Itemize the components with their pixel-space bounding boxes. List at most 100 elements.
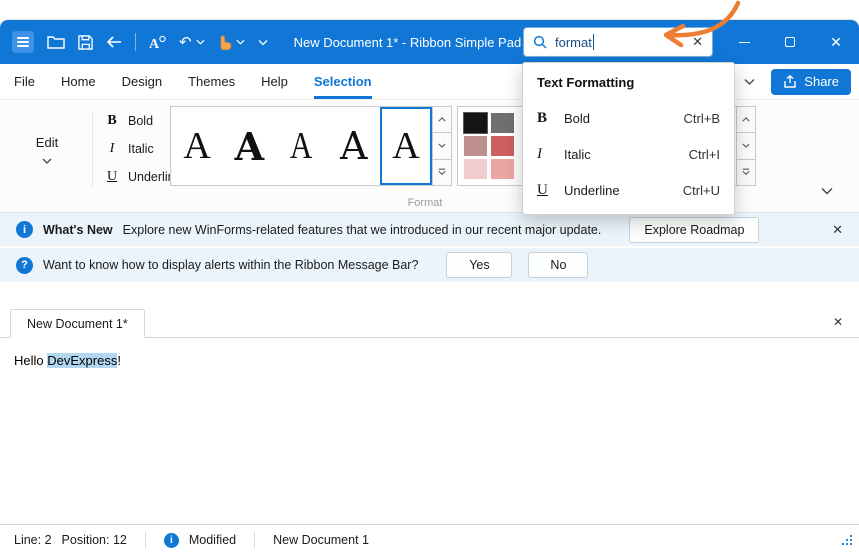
selected-text: DevExpress (47, 353, 117, 368)
tab-home[interactable]: Home (61, 64, 96, 99)
search-icon (533, 35, 547, 49)
message-bar-alerts: ? Want to know how to display alerts wit… (0, 248, 859, 282)
minimize-icon (739, 42, 750, 43)
underline-icon: U (537, 182, 555, 199)
yes-button[interactable]: Yes (446, 252, 512, 278)
tab-selection[interactable]: Selection (314, 64, 372, 99)
tab-row-right: Share (744, 64, 859, 99)
color-swatch[interactable] (491, 136, 514, 156)
message-close-icon[interactable]: ✕ (832, 222, 843, 238)
tab-file[interactable]: File (14, 64, 35, 99)
minimize-button[interactable] (721, 20, 767, 64)
close-button[interactable]: ✕ (813, 20, 859, 64)
edit-button[interactable]: Edit (10, 106, 84, 192)
font-gallery-item-selected[interactable]: A (380, 107, 432, 185)
gallery-scroll-down-button[interactable] (433, 133, 451, 159)
search-clear-icon[interactable]: ✕ (692, 34, 703, 50)
document-tab-strip: New Document 1* ✕ (0, 308, 859, 338)
hand-pointer-icon (218, 35, 232, 50)
tab-design[interactable]: Design (122, 64, 162, 99)
italic-icon: I (537, 146, 555, 163)
gallery-scroll-up-button[interactable] (433, 107, 451, 133)
alerts-question-text: Want to know how to display alerts withi… (43, 258, 418, 272)
quick-access-toolbar: A ↶ (12, 31, 268, 53)
ribbon-options-chevron-icon[interactable] (744, 78, 755, 85)
font-gallery-item[interactable]: A (171, 107, 223, 185)
color-scroll-down-button[interactable] (737, 133, 755, 159)
status-modified: Modified (189, 533, 236, 547)
tab-help[interactable]: Help (261, 64, 288, 99)
group-separator (92, 112, 93, 188)
window-controls: ✕ (721, 20, 859, 64)
search-results-flyout: Text Formatting B Bold Ctrl+B I Italic C… (522, 62, 735, 215)
open-file-icon[interactable] (47, 35, 65, 49)
font-gallery-item[interactable]: A (328, 107, 380, 185)
search-result-underline[interactable]: U Underline Ctrl+U (523, 172, 734, 208)
share-button[interactable]: Share (771, 69, 851, 95)
edit-label: Edit (36, 135, 58, 150)
color-swatch[interactable] (491, 113, 514, 133)
font-gallery-scrolls (432, 107, 451, 185)
resize-grip-icon[interactable] (840, 533, 853, 549)
qat-more-chevron-icon[interactable] (258, 39, 268, 46)
search-result-bold[interactable]: B Bold Ctrl+B (523, 100, 734, 136)
app-menu-button[interactable] (12, 31, 34, 53)
font-gallery-cells: A A A A A (171, 107, 432, 185)
result-shortcut: Ctrl+B (684, 111, 720, 126)
window-title: New Document 1* - Ribbon Simple Pad (294, 35, 522, 50)
color-swatch-selected[interactable] (464, 113, 487, 133)
collapse-ribbon-chevron-icon[interactable] (821, 182, 833, 200)
italic-label: Italic (128, 142, 154, 156)
color-swatch[interactable] (464, 159, 487, 179)
tab-themes[interactable]: Themes (188, 64, 235, 99)
text-caret (593, 34, 594, 50)
info-icon: i (164, 533, 179, 548)
search-value: format (555, 35, 592, 50)
svg-text:A: A (149, 37, 160, 50)
font-gallery: A A A A A (170, 106, 452, 186)
font-icon[interactable]: A (149, 35, 166, 50)
color-expand-button[interactable] (737, 160, 755, 185)
document-text: ! (117, 353, 121, 368)
document-tab[interactable]: New Document 1* (10, 309, 145, 338)
flyout-header: Text Formatting (523, 63, 734, 100)
close-icon: ✕ (830, 35, 842, 49)
color-swatch[interactable] (491, 159, 514, 179)
document-content[interactable]: Hello DevExpress! (0, 338, 859, 524)
bold-icon: B (105, 113, 119, 129)
search-input[interactable]: format ✕ (523, 27, 713, 57)
color-gallery-scrolls (737, 106, 756, 186)
share-label: Share (804, 74, 839, 89)
status-position: Position: 12 (62, 533, 127, 547)
info-icon: i (16, 221, 33, 238)
status-separator (254, 532, 255, 548)
highlight-dropdown-button[interactable] (218, 35, 245, 50)
font-gallery-item[interactable]: A (280, 107, 323, 185)
document-close-icon[interactable]: ✕ (833, 315, 843, 329)
undo-dropdown-button[interactable]: ↶ (179, 35, 205, 50)
toolbar-separator (135, 33, 136, 51)
no-button[interactable]: No (528, 252, 588, 278)
maximize-button[interactable] (767, 20, 813, 64)
chevron-down-icon (42, 158, 52, 164)
search-result-italic[interactable]: I Italic Ctrl+I (523, 136, 734, 172)
question-icon: ? (16, 257, 33, 274)
font-gallery-item[interactable]: A (223, 107, 275, 185)
status-bar: Line: 2 Position: 12 i Modified New Docu… (0, 524, 859, 555)
document-text: Hello (14, 353, 47, 368)
titlebar: A ↶ New Document 1* - Ribbon Simple Pad … (0, 20, 859, 64)
result-label: Bold (564, 111, 590, 126)
gallery-expand-button[interactable] (433, 160, 451, 185)
result-label: Underline (564, 183, 620, 198)
share-icon (783, 75, 797, 88)
explore-roadmap-button[interactable]: Explore Roadmap (629, 217, 759, 243)
color-scroll-up-button[interactable] (737, 107, 755, 133)
back-arrow-icon[interactable] (106, 36, 122, 48)
save-icon[interactable] (78, 35, 93, 50)
bold-icon: B (537, 110, 555, 127)
result-shortcut: Ctrl+I (689, 147, 720, 162)
chevron-down-icon (196, 39, 205, 45)
italic-icon: I (105, 141, 119, 157)
color-swatch[interactable] (464, 136, 487, 156)
result-shortcut: Ctrl+U (683, 183, 720, 198)
